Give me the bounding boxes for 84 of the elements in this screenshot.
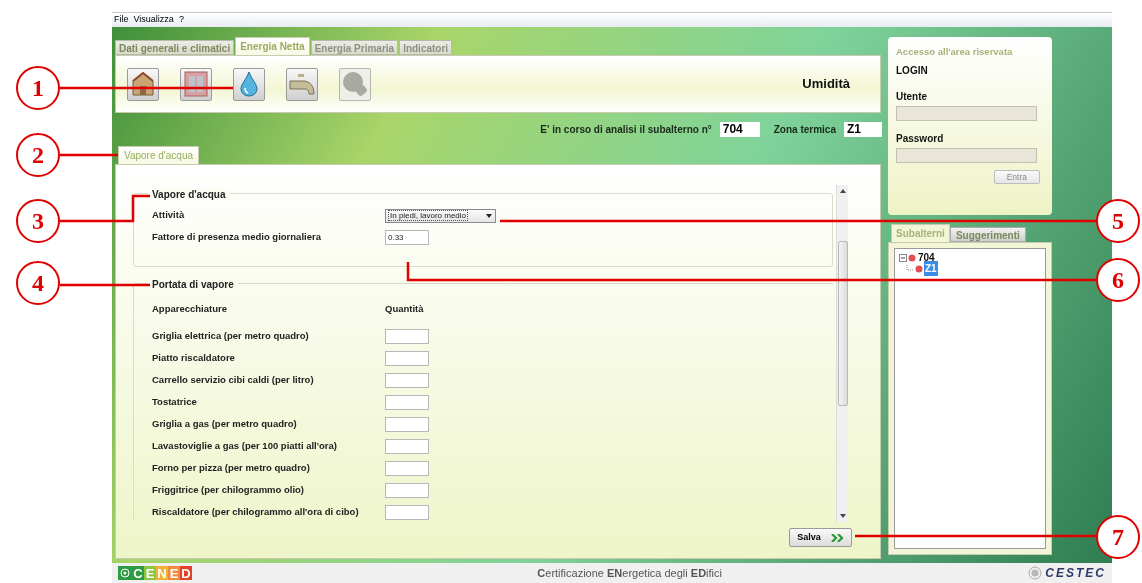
water-drop-icon [240, 71, 258, 97]
window-icon [184, 71, 208, 97]
field-label: Griglia a gas (per metro quadro) [152, 417, 298, 432]
field-label: Friggitrice (per chilogrammo olio) [152, 483, 305, 498]
callout-number: 5 [1096, 199, 1140, 243]
tab[interactable]: Vapore d'acqua [118, 146, 199, 164]
target-icon [118, 566, 132, 580]
node-dot-icon [915, 264, 923, 273]
node-dot-icon [908, 253, 916, 262]
dropdown[interactable]: In piedi, lavoro medio [385, 208, 496, 223]
zone-label: Zona termica [773, 123, 836, 137]
column-header: Quantità [385, 302, 424, 317]
field-label: Riscaldatore (per chilogrammo all'ora di cibo) [152, 505, 360, 520]
double-chevron-icon [830, 533, 844, 542]
scrollbar[interactable] [836, 185, 848, 522]
logo-letter: N [156, 566, 168, 580]
input-field[interactable]: 0.33 [385, 230, 429, 245]
field-label: Attività [152, 208, 186, 223]
field-label: Fattore di presenza medio giornaliera [152, 230, 322, 245]
toolbar-button[interactable] [127, 67, 159, 101]
house-icon [132, 72, 154, 96]
input-field[interactable] [385, 329, 429, 344]
field-label: Piatto riscaldatore [152, 351, 236, 366]
scroll-thumb[interactable] [837, 241, 848, 406]
field-label: Carrello servizio cibi caldi (per litro) [152, 373, 315, 388]
tree-item[interactable]: Z1 [924, 261, 938, 276]
input-field[interactable] [385, 373, 429, 388]
collapse-icon[interactable] [899, 253, 907, 262]
input-field[interactable] [896, 148, 1037, 164]
target-icon [1027, 566, 1044, 580]
callout-number: 6 [1096, 258, 1140, 302]
group-legend: Vapore d'acqua [148, 187, 230, 202]
analysis-label: E' in corso di analisi il subalterno n° [540, 123, 712, 137]
callout-number: 1 [16, 66, 60, 110]
input-field[interactable] [385, 351, 429, 366]
partner-logo: CESTEC [1045, 565, 1106, 582]
menu-item[interactable]: ? [178, 13, 184, 27]
logo-letter: E [144, 566, 156, 580]
dropdown-arrow-icon [486, 213, 492, 218]
input-field[interactable] [896, 106, 1037, 122]
menu-item[interactable]: File [114, 13, 129, 27]
login-button[interactable]: Entra [993, 170, 1040, 185]
callout-number: 2 [16, 133, 60, 177]
field-label: Tostatrice [152, 395, 198, 410]
field-label: Lavastoviglie a gas (per 100 piatti all'ora) [152, 439, 338, 454]
input-field[interactable] [385, 483, 429, 498]
subalterno-field: 704 [719, 122, 760, 137]
group-legend: Portata di vapore [148, 277, 238, 292]
tab[interactable]: Suggerimenti [949, 227, 1026, 242]
save-button[interactable]: Salva [789, 528, 852, 547]
footer-text: Certificazione ENergetica degli EDifici [537, 565, 722, 581]
login-heading: LOGIN [896, 64, 929, 79]
field-label: Utente [896, 90, 929, 105]
column-header: Apparecchiature [152, 302, 228, 317]
field-label: Password [896, 132, 945, 147]
menu-item[interactable]: Visualizza [133, 13, 174, 27]
tab[interactable]: Subalterni [891, 224, 950, 242]
field-label: Forno per pizza (per metro quadro) [152, 461, 311, 476]
input-field[interactable] [385, 505, 429, 520]
zone-field: Z1 [844, 122, 882, 137]
input-field[interactable] [385, 439, 429, 454]
section-title: Umidità [802, 75, 850, 94]
leader-line [60, 153, 118, 157]
tree-connector [906, 264, 914, 273]
callout-number: 7 [1096, 515, 1140, 559]
scroll-down-icon[interactable] [839, 514, 846, 518]
field-label: Griglia elettrica (per metro quadro) [152, 329, 310, 344]
tab[interactable]: Dati generali e climatici [115, 40, 235, 55]
tab[interactable]: Energia Netta [235, 37, 310, 55]
logo-letter: C [132, 566, 144, 580]
input-field[interactable] [385, 395, 429, 410]
callout-number: 3 [16, 199, 60, 243]
input-field[interactable] [385, 417, 429, 432]
toolbar-button[interactable] [286, 67, 318, 101]
faucet-icon [289, 73, 315, 95]
logo-letter: D [180, 566, 192, 580]
bulb-icon [342, 71, 368, 97]
toolbar-button[interactable] [233, 67, 265, 101]
panel-title: Accesso all'area riservata [896, 45, 1014, 59]
logo-letter: E [168, 566, 180, 580]
toolbar-button[interactable] [180, 67, 212, 101]
scroll-up-icon[interactable] [839, 189, 846, 193]
input-field[interactable] [385, 461, 429, 476]
callout-number: 4 [16, 261, 60, 305]
